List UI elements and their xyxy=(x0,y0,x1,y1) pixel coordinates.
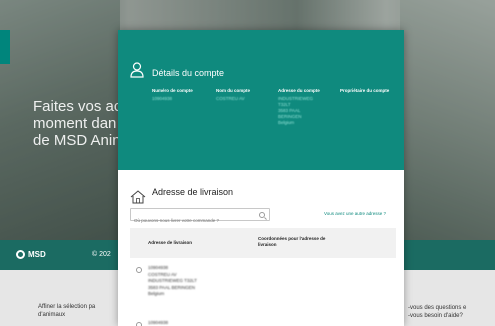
address-radio-2[interactable] xyxy=(136,322,142,326)
address-radio-1[interactable] xyxy=(136,267,142,273)
delivery-address-title: Adresse de livraison xyxy=(152,187,234,197)
help-text: -vous des questions e -vous besoin d'aid… xyxy=(408,305,467,319)
account-owner-column: Propriétaire du compte xyxy=(340,88,390,93)
filter-text: Affiner la sélection pa d'animaux xyxy=(38,304,96,318)
account-address-column: Adresse du compte INDUSTRIEWEG T32LT 358… xyxy=(278,88,320,125)
user-icon xyxy=(130,62,144,78)
col-delivery-coordinates: Coordonnées pour l'adresse de livraison xyxy=(258,236,326,247)
account-details-title: Détails du compte xyxy=(152,68,225,78)
address-option-2: 10904938 xyxy=(148,320,169,325)
address-option-1: 10904938 COSTREU AV INDUSTRIEWEG T32LT 3… xyxy=(148,265,197,296)
msd-logo[interactable]: MSD xyxy=(16,250,46,259)
delivery-search-input[interactable] xyxy=(131,215,251,226)
footer-copyright: © 202 xyxy=(92,251,111,258)
address-table-header: Adresse de livraison Coordonnées pour l'… xyxy=(130,228,396,258)
hero-headline: Faites vos ac moment dan de MSD Anin xyxy=(33,98,122,149)
msd-logo-icon xyxy=(16,250,25,259)
account-details-modal: Détails du compte Numéro de compte 10904… xyxy=(118,30,404,326)
account-name-column: Nom du compte COSTREU AV xyxy=(216,88,251,101)
other-address-link[interactable]: Vous avez une autre adresse ? xyxy=(324,211,386,216)
hero-accent-bar xyxy=(0,30,10,64)
delivery-search-field[interactable] xyxy=(130,208,270,226)
col-delivery-address: Adresse de livraison xyxy=(148,240,193,245)
account-details-header: Détails du compte Numéro de compte 10904… xyxy=(118,30,404,170)
home-icon xyxy=(130,190,146,204)
account-number-column: Numéro de compte 10904938 xyxy=(152,88,193,101)
search-icon[interactable] xyxy=(259,212,265,218)
